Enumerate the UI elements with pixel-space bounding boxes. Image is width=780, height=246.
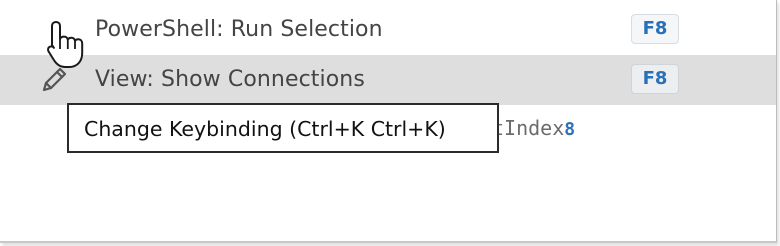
command-label: PowerShell: Run Selection xyxy=(95,17,383,42)
command-id-fragment: tIndex8 xyxy=(492,116,575,140)
tooltip-text: Change Keybinding (Ctrl+K Ctrl+K) xyxy=(84,117,446,141)
keybinding-keycap: F8 xyxy=(631,14,679,44)
command-id-number: 8 xyxy=(564,119,576,140)
keybinding-keycap: F8 xyxy=(631,64,679,94)
keybinding-row[interactable]: PowerShell: Run Selection F8 xyxy=(0,5,776,55)
command-label: View: Show Connections xyxy=(95,67,365,92)
tooltip: Change Keybinding (Ctrl+K Ctrl+K) xyxy=(67,103,499,153)
hand-cursor-icon xyxy=(47,21,84,68)
keybinding-row-selected[interactable]: View: Show Connections F8 xyxy=(0,55,776,105)
command-id-text: tIndex xyxy=(492,116,565,140)
keybindings-list: PowerShell: Run Selection F8 View: Show … xyxy=(0,0,777,243)
